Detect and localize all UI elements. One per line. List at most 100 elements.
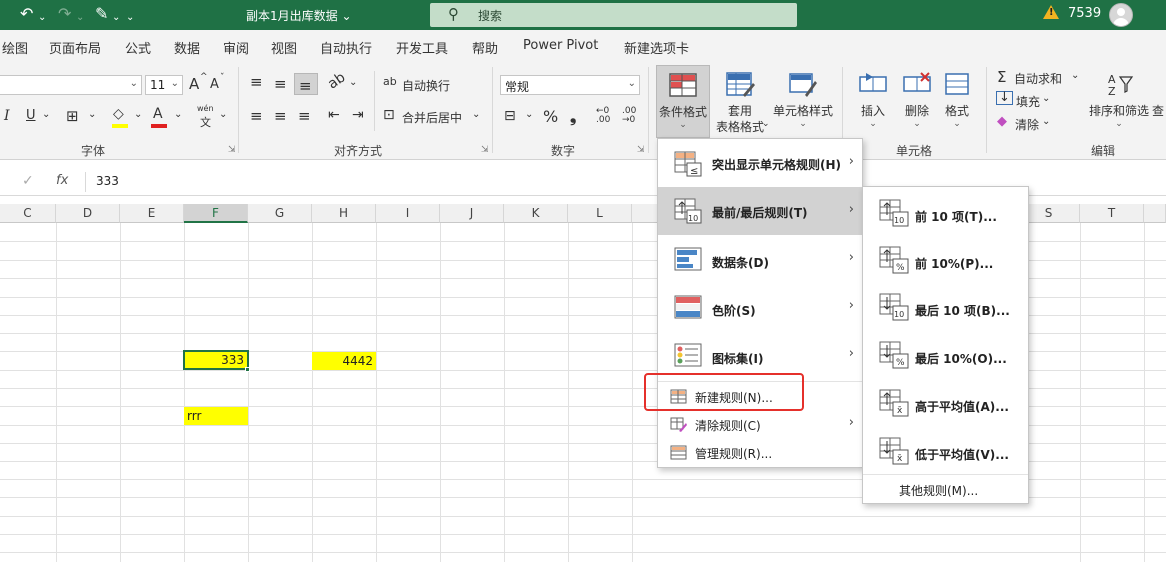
- format-table-dropdown-icon[interactable]: ⌄: [762, 119, 770, 129]
- column-header-L[interactable]: L: [568, 204, 632, 223]
- underline-button[interactable]: U: [26, 108, 36, 123]
- redo-dropdown-icon[interactable]: ⌄: [76, 9, 84, 27]
- align-top-icon[interactable]: ≡: [250, 73, 263, 91]
- menu-item-data-bars[interactable]: 数据条(D) ›: [658, 237, 862, 283]
- column-header-E[interactable]: E: [120, 204, 184, 223]
- autosum-button[interactable]: 自动求和: [1014, 70, 1062, 87]
- wrap-text-button[interactable]: 自动换行: [402, 77, 450, 94]
- insert-cells-button[interactable]: 插入 ⌄: [848, 65, 898, 138]
- cell-H[interactable]: 4442: [312, 352, 376, 370]
- tab-help[interactable]: 帮助: [472, 38, 498, 57]
- find-select-button[interactable]: 查: [1152, 102, 1164, 119]
- font-launcher-icon[interactable]: ⇲: [228, 145, 236, 155]
- insert-function-button[interactable]: fx: [56, 173, 68, 188]
- align-middle-icon[interactable]: ≡: [274, 75, 287, 93]
- column-header-C[interactable]: C: [0, 204, 56, 223]
- column-header-F[interactable]: F: [184, 204, 248, 223]
- clear-dropdown-icon[interactable]: ⌄: [1042, 116, 1050, 127]
- menu-item-top-bottom-rules[interactable]: 10 最前/最后规则(T) ›: [658, 187, 862, 235]
- font-color-dropdown-icon[interactable]: ⌄: [174, 109, 182, 120]
- tab-data[interactable]: 数据: [174, 38, 200, 57]
- column-header-T[interactable]: T: [1080, 204, 1144, 223]
- font-name-select[interactable]: ⌄: [0, 75, 142, 95]
- tab-power-pivot[interactable]: Power Pivot: [523, 38, 598, 53]
- autosum-dropdown-icon[interactable]: ⌄: [1071, 70, 1079, 81]
- search-box[interactable]: ⚲ 搜索: [430, 3, 797, 27]
- font-size-select[interactable]: 11 ⌄: [145, 75, 183, 95]
- comma-style-button[interactable]: ❟: [570, 107, 576, 127]
- column-header-G[interactable]: G: [248, 204, 312, 223]
- submenu-item-top-10[interactable]: 10 前 10 项(T)...: [863, 189, 1028, 237]
- document-title[interactable]: 副本1月出库数据 ⌄: [246, 7, 352, 24]
- submenu-item-below-average[interactable]: x̄ 低于平均值(V)...: [863, 427, 1028, 475]
- fill-handle[interactable]: [245, 367, 250, 372]
- submenu-item-above-average[interactable]: x̄ 高于平均值(A)...: [863, 379, 1028, 427]
- italic-button[interactable]: I: [4, 108, 10, 124]
- align-right-icon[interactable]: ≡: [298, 107, 311, 125]
- accounting-format-icon[interactable]: ⊟: [504, 108, 516, 124]
- column-header-H[interactable]: H: [312, 204, 376, 223]
- menu-item-manage-rules[interactable]: 管理规则(R)...: [658, 440, 862, 464]
- format-painter-icon[interactable]: ✎: [95, 5, 108, 23]
- column-header-U[interactable]: [1144, 204, 1166, 223]
- font-color-icon[interactable]: A: [153, 106, 163, 122]
- submenu-item-bottom-10[interactable]: 10 最后 10 项(B)...: [863, 283, 1028, 331]
- fill-color-dropdown-icon[interactable]: ⌄: [134, 109, 142, 120]
- merge-dropdown-icon[interactable]: ⌄: [472, 109, 480, 120]
- orientation-dropdown-icon[interactable]: ⌄: [349, 77, 357, 88]
- tab-view[interactable]: 视图: [271, 38, 297, 57]
- format-cells-button[interactable]: 格式 ⌄: [932, 65, 982, 138]
- column-header-K[interactable]: K: [504, 204, 568, 223]
- number-launcher-icon[interactable]: ⇲: [637, 145, 645, 155]
- undo-dropdown-icon[interactable]: ⌄: [38, 9, 46, 27]
- orientation-icon[interactable]: ab: [325, 69, 348, 92]
- column-header-I[interactable]: I: [376, 204, 440, 223]
- submenu-item-more-rules[interactable]: 其他规则(M)...: [863, 477, 1028, 501]
- enter-icon[interactable]: ✓: [22, 173, 34, 189]
- submenu-item-bottom-10-percent[interactable]: % 最后 10%(O)...: [863, 331, 1028, 379]
- fill-color-icon[interactable]: ◇: [113, 106, 124, 122]
- fill-dropdown-icon[interactable]: ⌄: [1042, 93, 1050, 104]
- increase-decimal-icon[interactable]: ←0.00: [596, 107, 610, 125]
- formula-input[interactable]: 333: [96, 174, 119, 188]
- menu-item-clear-rules[interactable]: 清除规则(C) ›: [658, 412, 862, 436]
- undo-icon[interactable]: ↶: [20, 5, 33, 23]
- cell-F-selected[interactable]: 333: [183, 350, 249, 370]
- decrease-indent-icon[interactable]: ⇤: [328, 107, 340, 123]
- cell-styles-button[interactable]: 单元格样式 ⌄: [770, 65, 836, 138]
- cell-F-text[interactable]: rrr: [184, 407, 248, 425]
- tab-developer[interactable]: 开发工具: [396, 38, 448, 57]
- borders-icon[interactable]: ⊞: [66, 107, 79, 125]
- column-header-D[interactable]: D: [56, 204, 120, 223]
- fill-button[interactable]: 填充: [1016, 93, 1040, 110]
- conditional-formatting-button[interactable]: 条件格式 ⌄: [656, 65, 710, 138]
- tab-automate[interactable]: 自动执行: [320, 38, 372, 57]
- menu-item-highlight-rules[interactable]: ≤ 突出显示单元格规则(H) ›: [658, 141, 862, 187]
- column-header-J[interactable]: J: [440, 204, 504, 223]
- tab-formulas[interactable]: 公式: [125, 38, 151, 57]
- tab-new-tab[interactable]: 新建选项卡: [624, 38, 689, 57]
- submenu-item-top-10-percent[interactable]: % 前 10%(P)...: [863, 237, 1028, 283]
- underline-dropdown-icon[interactable]: ⌄: [42, 109, 50, 120]
- brush-dropdown-icon[interactable]: ⌄: [112, 9, 120, 27]
- sort-filter-button[interactable]: A Z 排序和筛选 ⌄: [1084, 65, 1154, 138]
- merge-center-button[interactable]: 合并后居中: [402, 109, 462, 126]
- shrink-font-button[interactable]: A: [210, 77, 219, 92]
- borders-dropdown-icon[interactable]: ⌄: [88, 109, 96, 120]
- percent-style-button[interactable]: %: [543, 107, 558, 126]
- align-left-icon[interactable]: ≡: [250, 107, 263, 125]
- grow-font-button[interactable]: A: [189, 75, 199, 93]
- redo-icon[interactable]: ↷: [58, 5, 71, 23]
- alignment-launcher-icon[interactable]: ⇲: [481, 145, 489, 155]
- avatar[interactable]: [1109, 3, 1133, 27]
- accounting-dropdown-icon[interactable]: ⌄: [525, 109, 533, 120]
- decrease-decimal-icon[interactable]: .00 →0: [622, 107, 636, 125]
- menu-item-color-scales[interactable]: 色阶(S) ›: [658, 285, 862, 331]
- increase-indent-icon[interactable]: ⇥: [352, 107, 364, 123]
- user-name[interactable]: 7539: [1068, 6, 1101, 21]
- number-format-select[interactable]: 常规 ⌄: [500, 75, 640, 95]
- phonetic-guide-icon[interactable]: wén: [197, 104, 214, 113]
- align-center-icon[interactable]: ≡: [274, 107, 287, 125]
- format-as-table-button[interactable]: 套用 表格格式: [710, 65, 770, 138]
- tab-review[interactable]: 审阅: [223, 38, 249, 57]
